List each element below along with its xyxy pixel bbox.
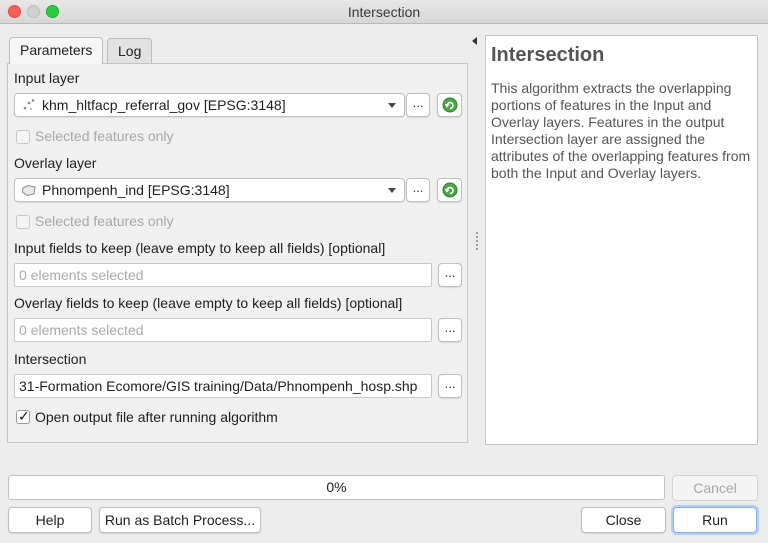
open-output-label: Open output file after running algorithm [35,409,278,425]
chevron-down-icon [388,103,396,108]
overlay-fields-label: Overlay fields to keep (leave empty to k… [14,295,403,311]
input-layer-iterate-button[interactable] [437,93,462,117]
tab-parameters[interactable]: Parameters [9,37,104,64]
tab-log[interactable]: Log [107,38,153,64]
input-fields-placeholder: 0 elements selected [19,267,144,283]
title-bar[interactable]: Intersection [0,0,768,24]
window-title: Intersection [347,4,421,20]
cancel-button[interactable]: Cancel [672,475,758,501]
help-title: Intersection [491,44,605,66]
overlay-selected-only-checkbox[interactable] [16,215,30,229]
overlay-fields-field[interactable]: 0 elements selected [14,318,432,342]
iterate-icon [442,97,458,113]
input-layer-browse-button[interactable]: ... [406,93,430,117]
splitter-handle[interactable] [476,232,478,250]
overlay-fields-placeholder: 0 elements selected [19,322,144,338]
help-button[interactable]: Help [8,507,92,533]
input-selected-only-checkbox[interactable] [16,130,30,144]
collapse-help-icon[interactable] [472,37,477,45]
help-panel: Intersection This algorithm extracts the… [485,35,758,445]
input-layer-combo[interactable]: khm_hltfacp_referral_gov [EPSG:3148] [14,93,405,117]
overlay-layer-iterate-button[interactable] [437,178,462,202]
output-browse-button[interactable]: ... [438,374,462,398]
input-fields-browse-button[interactable]: ... [438,263,462,287]
run-button[interactable]: Run [673,507,757,533]
overlay-selected-only-label: Selected features only [35,213,174,229]
help-body: This algorithm extracts the overlapping … [491,80,751,181]
input-fields-field[interactable]: 0 elements selected [14,263,432,287]
output-path-value: 31-Formation Ecomore/GIS training/Data/P… [19,378,418,394]
polygon-layer-icon [21,184,36,197]
input-layer-label: Input layer [14,70,80,86]
output-path-field[interactable]: 31-Formation Ecomore/GIS training/Data/P… [14,374,432,398]
overlay-fields-browse-button[interactable]: ... [438,318,462,342]
overlay-layer-browse-button[interactable]: ... [406,178,430,202]
input-selected-only-label: Selected features only [35,128,174,144]
input-layer-value: khm_hltfacp_referral_gov [EPSG:3148] [42,97,286,113]
close-button[interactable]: Close [581,507,666,533]
iterate-icon [442,182,458,198]
point-layer-icon [23,99,35,110]
run-batch-button[interactable]: Run as Batch Process... [99,507,261,533]
checkmark-icon: ✓ [18,408,30,424]
overlay-layer-value: Phnompenh_ind [EPSG:3148] [42,182,230,198]
output-label: Intersection [14,351,87,367]
parameters-panel: Input layer khm_hltfacp_referral_gov [EP… [7,63,468,443]
open-output-checkbox[interactable]: ✓ [16,408,30,424]
overlay-layer-label: Overlay layer [14,155,97,171]
input-fields-label: Input fields to keep (leave empty to kee… [14,240,386,256]
progress-bar: 0% [8,475,665,500]
chevron-down-icon [388,188,396,193]
progress-label: 0% [326,479,347,495]
overlay-layer-combo[interactable]: Phnompenh_ind [EPSG:3148] [14,178,405,202]
